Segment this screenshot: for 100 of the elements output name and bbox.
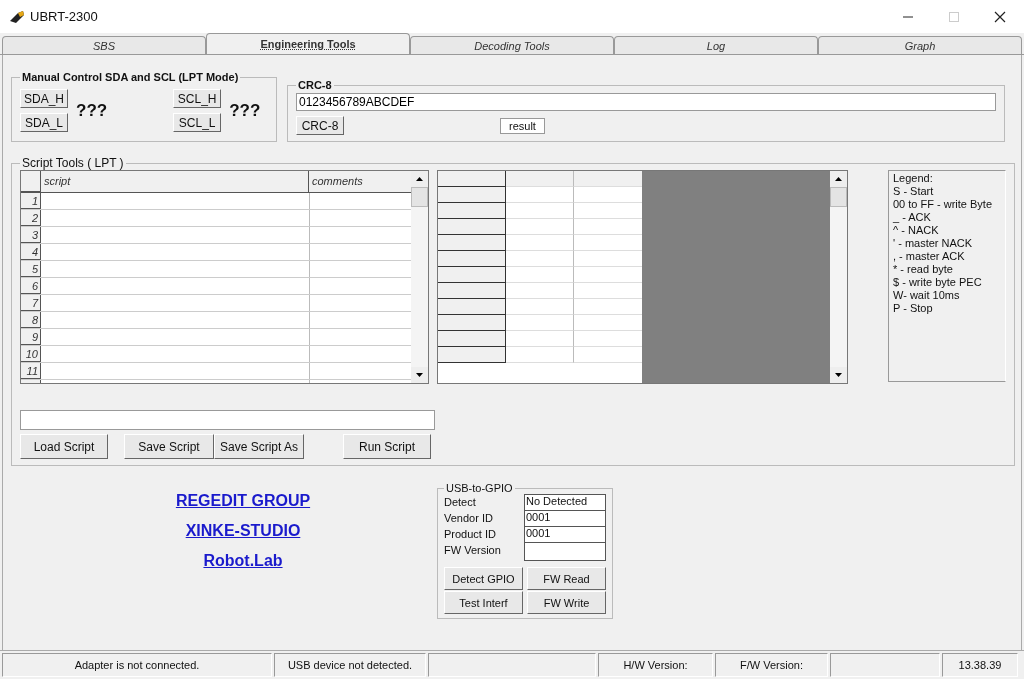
table-cell[interactable] xyxy=(506,219,574,235)
table-cell[interactable] xyxy=(506,315,574,331)
legend-line: ^ - NACK xyxy=(893,224,940,237)
state-text: ??? xyxy=(76,100,108,121)
close-icon[interactable] xyxy=(994,10,1006,23)
value-field: 0001 xyxy=(525,527,605,543)
link[interactable]: XINKE-STUDIO xyxy=(185,522,301,540)
table-cell[interactable] xyxy=(506,235,574,251)
pin-button[interactable]: SCL_L xyxy=(173,113,222,132)
row-number: 4 xyxy=(21,244,41,260)
legend-line: * - read byte xyxy=(893,263,954,276)
status-pane: USB device not detected. xyxy=(274,653,426,677)
legend-line: Legend: xyxy=(893,172,934,185)
row-header xyxy=(438,251,506,267)
header-cell xyxy=(438,171,506,187)
table-cell[interactable] xyxy=(506,203,574,219)
scroll-up-icon[interactable] xyxy=(416,177,423,181)
legend-line: $ - write byte PEC xyxy=(893,276,983,289)
field-label: Detect xyxy=(444,495,477,510)
result-field: result xyxy=(500,117,545,134)
field-label: Vendor ID xyxy=(444,511,494,526)
table-cell[interactable] xyxy=(506,331,574,347)
pin-button[interactable]: SDA_L xyxy=(20,113,68,132)
tab[interactable]: Engineering Tools xyxy=(206,33,410,54)
link[interactable]: Robot.Lab xyxy=(203,552,283,570)
load-button[interactable]: Load Script xyxy=(20,434,108,459)
scroll-thumb[interactable] xyxy=(411,187,428,207)
value-field: No Detected xyxy=(525,495,605,511)
header-cell xyxy=(574,171,642,187)
pin-button[interactable]: SDA_H xyxy=(20,89,68,108)
app-icon xyxy=(8,8,26,25)
table-cell[interactable] xyxy=(506,251,574,267)
row-number: 2 xyxy=(21,210,41,226)
table-cell[interactable] xyxy=(506,283,574,299)
scroll-up-icon[interactable] xyxy=(835,177,842,181)
row-number: 8 xyxy=(21,312,41,328)
legend-line: ' - master NACK xyxy=(893,237,974,250)
scroll-thumb[interactable] xyxy=(830,187,847,207)
row-number: 1 xyxy=(21,193,41,209)
group-title: Script Tools ( LPT ) xyxy=(21,156,125,170)
legend-line: S - Start xyxy=(893,185,935,198)
row-header xyxy=(438,267,506,283)
field-label: Product ID xyxy=(444,527,497,542)
row-number: 5 xyxy=(21,261,41,277)
scroll-down-icon[interactable] xyxy=(835,373,842,377)
status-pane: Adapter is not connected. xyxy=(2,653,272,677)
row-number: 7 xyxy=(21,295,41,311)
row-header xyxy=(438,235,506,251)
scroll-down-icon[interactable] xyxy=(416,373,423,377)
gpio-button[interactable]: FW Write xyxy=(527,591,606,614)
row-header xyxy=(438,299,506,315)
group-title: CRC-8 xyxy=(297,79,333,91)
row-header xyxy=(438,219,506,235)
gpio-button[interactable]: FW Read xyxy=(527,567,606,590)
scrollbar[interactable] xyxy=(830,171,847,383)
row-header xyxy=(438,283,506,299)
value-field: 0001 xyxy=(525,511,605,527)
table-cell[interactable] xyxy=(506,187,574,203)
pin-button[interactable]: SCL_H xyxy=(173,89,222,108)
save-button[interactable]: Save Script xyxy=(124,434,214,459)
tab[interactable]: Graph xyxy=(818,36,1022,54)
legend-line: W- wait 10ms xyxy=(893,289,961,302)
column-header[interactable]: comments xyxy=(309,171,411,192)
row-header xyxy=(438,187,506,203)
gpio-button[interactable]: Detect GPIO xyxy=(444,567,523,590)
run-button[interactable]: Run Script xyxy=(343,434,431,459)
row-number: 6 xyxy=(21,278,41,294)
legend-line: _ - ACK xyxy=(893,211,932,224)
legend-line: P - Stop xyxy=(893,302,934,315)
row-header xyxy=(438,315,506,331)
state-text: ??? xyxy=(229,100,261,121)
gpio-button[interactable]: Test Interf xyxy=(444,591,523,614)
legend-line: 00 to FF - write Byte xyxy=(893,198,994,211)
scrollbar[interactable] xyxy=(411,171,428,383)
status-pane: H/W Version: xyxy=(598,653,713,677)
crc-button[interactable]: CRC-8 xyxy=(296,116,344,135)
maximize-icon xyxy=(948,10,960,23)
window-title: UBRT-2300 xyxy=(30,9,98,24)
save-as-button[interactable]: Save Script As xyxy=(214,434,304,459)
table-cell[interactable] xyxy=(506,299,574,315)
column-header[interactable]: script xyxy=(41,171,309,192)
table-cell[interactable] xyxy=(506,347,574,363)
group-title: Manual Control SDA and SCL (LPT Mode) xyxy=(21,71,240,83)
row-number: 11 xyxy=(21,363,41,379)
row-number: 10 xyxy=(21,346,41,362)
table-cell[interactable] xyxy=(506,267,574,283)
input-field[interactable]: 0123456789ABCDEF xyxy=(296,93,996,111)
row-number: 3 xyxy=(21,227,41,243)
row-header xyxy=(438,203,506,219)
legend-line: , - master ACK xyxy=(893,250,966,263)
header-cell xyxy=(506,171,574,187)
tab[interactable]: Decoding Tools xyxy=(410,36,614,54)
link[interactable]: REGEDIT GROUP xyxy=(175,492,311,510)
row-header xyxy=(438,331,506,347)
row-number: 9 xyxy=(21,329,41,345)
command-field[interactable] xyxy=(20,410,435,430)
tab[interactable]: Log xyxy=(614,36,818,54)
status-pane: F/W Version: xyxy=(715,653,828,677)
tab[interactable]: SBS xyxy=(2,36,206,54)
field-label: FW Version xyxy=(444,543,501,558)
